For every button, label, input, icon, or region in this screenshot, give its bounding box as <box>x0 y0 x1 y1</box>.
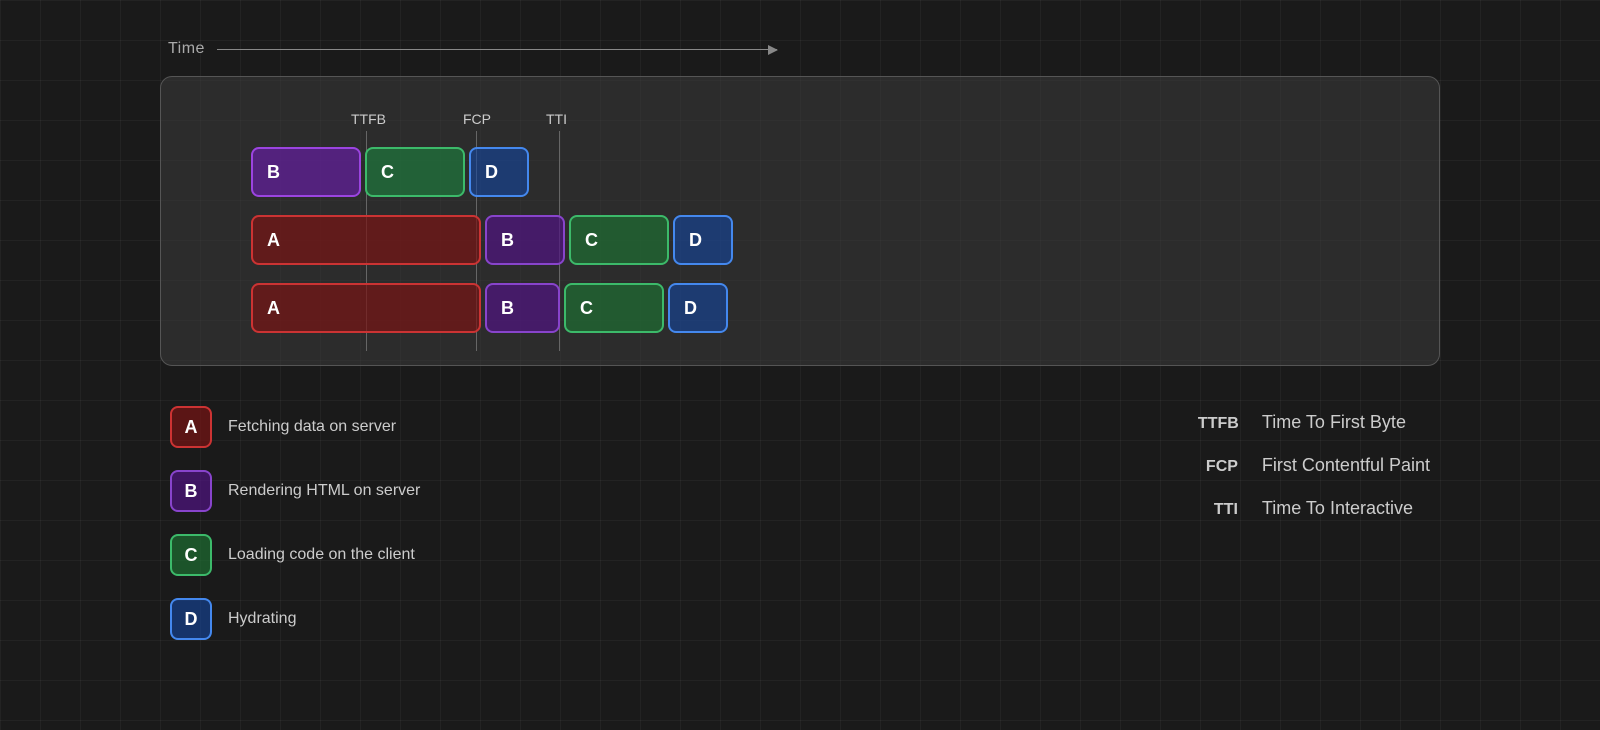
block-D-2: D <box>673 215 733 265</box>
block-A-2: A <box>251 215 481 265</box>
block-B-2: B <box>485 215 565 265</box>
metric-row-fcp: FCP First Contentful Paint <box>1198 455 1430 476</box>
legend-text-C: Loading code on the client <box>228 546 415 564</box>
metric-row-ttfb: TTFB Time To First Byte <box>1198 412 1406 433</box>
metric-abbr-fcp: FCP <box>1198 458 1238 476</box>
legend-item-D: D Hydrating <box>170 598 420 640</box>
legend-text-D: Hydrating <box>228 610 296 628</box>
block-row-3: A B C D <box>251 283 1409 333</box>
legend-item-A: A Fetching data on server <box>170 406 420 448</box>
legend-badge-C: C <box>170 534 212 576</box>
block-C-2: C <box>569 215 669 265</box>
metric-abbr-tti: TTI <box>1198 501 1238 519</box>
legend-item-B: B Rendering HTML on server <box>170 470 420 512</box>
block-D-1: D <box>469 147 529 197</box>
block-row-2: A B C D <box>251 215 1409 265</box>
metric-full-ttfb: Time To First Byte <box>1262 412 1406 433</box>
time-arrow <box>217 49 777 50</box>
legend-item-C: C Loading code on the client <box>170 534 420 576</box>
block-C-1: C <box>365 147 465 197</box>
block-A-3: A <box>251 283 481 333</box>
block-row-1: B C D <box>251 147 1409 197</box>
block-B-1: B <box>251 147 361 197</box>
block-D-3: D <box>668 283 728 333</box>
legend-text-B: Rendering HTML on server <box>228 482 420 500</box>
block-B-3: B <box>485 283 560 333</box>
metric-abbr-ttfb: TTFB <box>1198 415 1238 433</box>
legend-right: TTFB Time To First Byte FCP First Conten… <box>1198 406 1430 640</box>
diagram-inner: TTFB FCP TTI B C D A B <box>251 101 1409 333</box>
metric-full-fcp: First Contentful Paint <box>1262 455 1430 476</box>
metric-full-tti: Time To Interactive <box>1262 498 1413 519</box>
diagram-box: TTFB FCP TTI B C D A B <box>160 76 1440 366</box>
legend-text-A: Fetching data on server <box>228 418 396 436</box>
markers-labels: TTFB FCP TTI <box>251 101 1409 131</box>
ttfb-label: TTFB <box>351 111 386 127</box>
legend-left: A Fetching data on server B Rendering HT… <box>170 406 420 640</box>
tti-label: TTI <box>546 111 567 127</box>
time-arrow-row: Time <box>168 40 1440 58</box>
legend-area: A Fetching data on server B Rendering HT… <box>160 406 1440 640</box>
marker-tti: TTI <box>546 111 567 131</box>
marker-ttfb: TTFB <box>351 111 386 131</box>
legend-badge-B: B <box>170 470 212 512</box>
fcp-label: FCP <box>463 111 491 127</box>
marker-fcp: FCP <box>463 111 491 131</box>
time-label: Time <box>168 40 205 58</box>
legend-badge-A: A <box>170 406 212 448</box>
outer-container: Time TTFB FCP TTI <box>0 0 1600 680</box>
legend-badge-D: D <box>170 598 212 640</box>
metric-row-tti: TTI Time To Interactive <box>1198 498 1413 519</box>
block-C-3: C <box>564 283 664 333</box>
